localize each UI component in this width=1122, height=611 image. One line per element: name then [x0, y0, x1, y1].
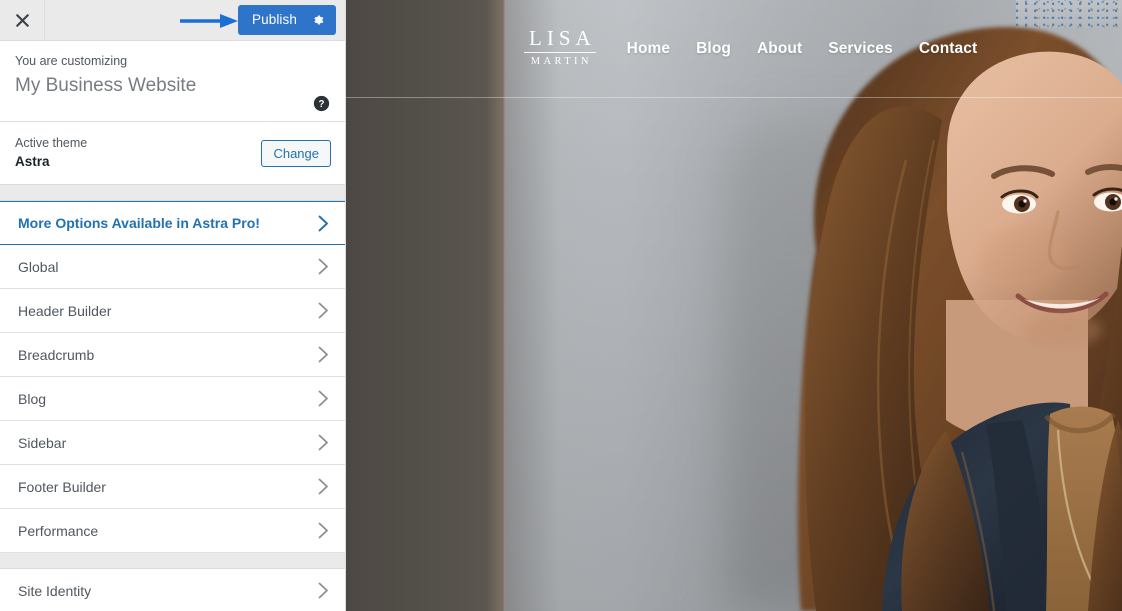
svg-text:?: ?: [319, 99, 325, 110]
panel-item-footer-builder[interactable]: Footer Builder: [0, 465, 345, 509]
panel-item-header-builder[interactable]: Header Builder: [0, 289, 345, 333]
panel-item-label: Performance: [18, 522, 99, 539]
customizing-info: You are customizing My Business Website …: [0, 41, 345, 122]
help-circle-icon[interactable]: ?: [313, 95, 330, 112]
nav-link-services[interactable]: Services: [828, 40, 893, 58]
active-theme-name: Astra: [15, 153, 50, 169]
site-logo-divider: [524, 52, 596, 53]
nav-link-about[interactable]: About: [757, 40, 802, 58]
panel-item-label: More Options Available in Astra Pro!: [18, 215, 260, 231]
chevron-right-icon: [318, 258, 329, 275]
active-theme-label: Active theme: [15, 135, 88, 150]
customizing-eyebrow: You are customizing: [15, 54, 128, 68]
panel-item-label: Blog: [18, 390, 47, 407]
panel-item-label: Site Identity: [18, 582, 92, 599]
customizer-sidebar: Publish You are customizing My Business …: [0, 0, 346, 611]
panel-item-global[interactable]: Global: [0, 245, 345, 289]
chevron-right-icon: [318, 582, 329, 599]
chevron-right-icon: [318, 522, 329, 539]
publish-button[interactable]: Publish: [238, 5, 336, 35]
preview-site-nav: Home Blog About Services Contact: [627, 40, 978, 58]
panel-item-performance[interactable]: Performance: [0, 509, 345, 553]
chevron-right-icon: [318, 390, 329, 407]
annotation-arrow-icon: [180, 13, 242, 29]
customizer-topbar: Publish: [0, 0, 345, 41]
chevron-right-icon: [318, 215, 329, 232]
site-logo-primary: LISA: [529, 26, 596, 50]
active-theme-meta: Active theme Astra: [15, 135, 87, 171]
section-separator-middle: [0, 553, 345, 569]
chevron-right-icon: [318, 478, 329, 495]
chevron-right-icon: [318, 302, 329, 319]
panel-item-label: Breadcrumb: [18, 346, 95, 363]
panel-item-label: Header Builder: [18, 302, 112, 319]
panel-item-label: Footer Builder: [18, 478, 106, 495]
nav-link-home[interactable]: Home: [627, 40, 670, 58]
site-title-heading: My Business Website: [15, 75, 197, 96]
change-theme-button[interactable]: Change: [261, 139, 331, 167]
active-theme-row: Active theme Astra Change: [0, 122, 345, 185]
close-customizer-button[interactable]: [0, 0, 45, 40]
site-logo[interactable]: LISA MARTIN: [524, 27, 596, 68]
site-logo-secondary: MARTIN: [530, 56, 592, 67]
chevron-right-icon: [318, 346, 329, 363]
site-preview-frame[interactable]: LISA MARTIN Home Blog About Services Con…: [346, 0, 1122, 611]
panel-item-sidebar[interactable]: Sidebar: [0, 421, 345, 465]
preview-site-header: LISA MARTIN Home Blog About Services Con…: [346, 0, 1122, 98]
nav-link-blog[interactable]: Blog: [696, 40, 731, 58]
panel-item-astra-pro[interactable]: More Options Available in Astra Pro!: [0, 201, 345, 245]
customizer-screen: Publish You are customizing My Business …: [0, 0, 1122, 611]
close-x-icon: [15, 13, 30, 28]
gear-icon[interactable]: [311, 13, 325, 27]
publish-button-group: Publish: [238, 5, 336, 35]
chevron-right-icon: [318, 434, 329, 451]
section-separator-top: [0, 185, 345, 201]
panel-item-label: Sidebar: [18, 434, 67, 451]
panel-item-site-identity[interactable]: Site Identity: [0, 569, 345, 611]
nav-link-contact[interactable]: Contact: [919, 40, 977, 58]
panel-item-label: Global: [18, 258, 59, 275]
publish-button-label: Publish: [252, 12, 297, 27]
customizer-panel-list: More Options Available in Astra Pro! Glo…: [0, 201, 345, 611]
panel-item-breadcrumb[interactable]: Breadcrumb: [0, 333, 345, 377]
panel-item-blog[interactable]: Blog: [0, 377, 345, 421]
